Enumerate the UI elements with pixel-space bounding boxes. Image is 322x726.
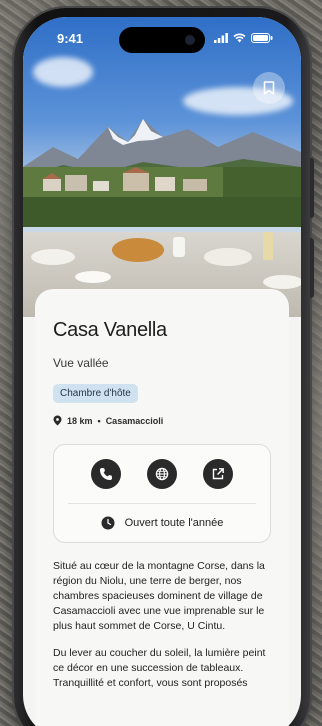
signal-icon: [214, 33, 228, 43]
location-row: 18 km • Casamaccioli: [53, 415, 271, 426]
phone-screen: 9:41 Casa Vanella Vue vallée Chambre d'h…: [23, 17, 301, 726]
town-text: Casamaccioli: [105, 415, 164, 426]
category-tag: Chambre d'hôte: [53, 384, 138, 403]
card-divider: [68, 503, 256, 504]
bookmark-icon: [263, 81, 275, 95]
side-button: [310, 158, 314, 218]
contact-card: Ouvert toute l'année: [53, 444, 271, 543]
status-icons: [214, 33, 273, 43]
phone-icon: [100, 468, 112, 480]
description-paragraph: Du lever au coucher du soleil, la lumièr…: [53, 647, 266, 689]
camera-icon: [185, 35, 195, 45]
globe-icon: [155, 467, 169, 481]
side-button: [310, 238, 314, 298]
hero-photo: [23, 17, 301, 317]
distance-text: 18 km: [67, 415, 93, 426]
action-row: [64, 459, 260, 489]
listing-subtitle: Vue vallée: [53, 356, 109, 370]
battery-icon: [251, 33, 273, 43]
phone-frame: 9:41 Casa Vanella Vue vallée Chambre d'h…: [14, 8, 314, 726]
clock-icon: [101, 516, 115, 530]
dynamic-island: [119, 27, 205, 53]
opening-hours-text: Ouvert toute l'année: [124, 517, 224, 529]
status-time: 9:41: [57, 31, 84, 46]
external-link-icon: [212, 468, 224, 480]
map-pin-icon: [53, 415, 62, 426]
separator-dot: •: [97, 415, 101, 426]
open-external-button[interactable]: [203, 459, 233, 489]
website-button[interactable]: [147, 459, 177, 489]
details-sheet: Casa Vanella Vue vallée Chambre d'hôte 1…: [35, 289, 289, 726]
description: Situé au cœur de la montagne Corse, dans…: [53, 559, 271, 691]
opening-hours-row: Ouvert toute l'année: [64, 516, 260, 530]
description-paragraph: Situé au cœur de la montagne Corse, dans…: [53, 560, 265, 632]
call-button[interactable]: [91, 459, 121, 489]
wifi-icon: [233, 33, 246, 43]
village: [23, 167, 301, 227]
listing-title: Casa Vanella: [53, 319, 167, 341]
bookmark-button[interactable]: [253, 72, 285, 104]
